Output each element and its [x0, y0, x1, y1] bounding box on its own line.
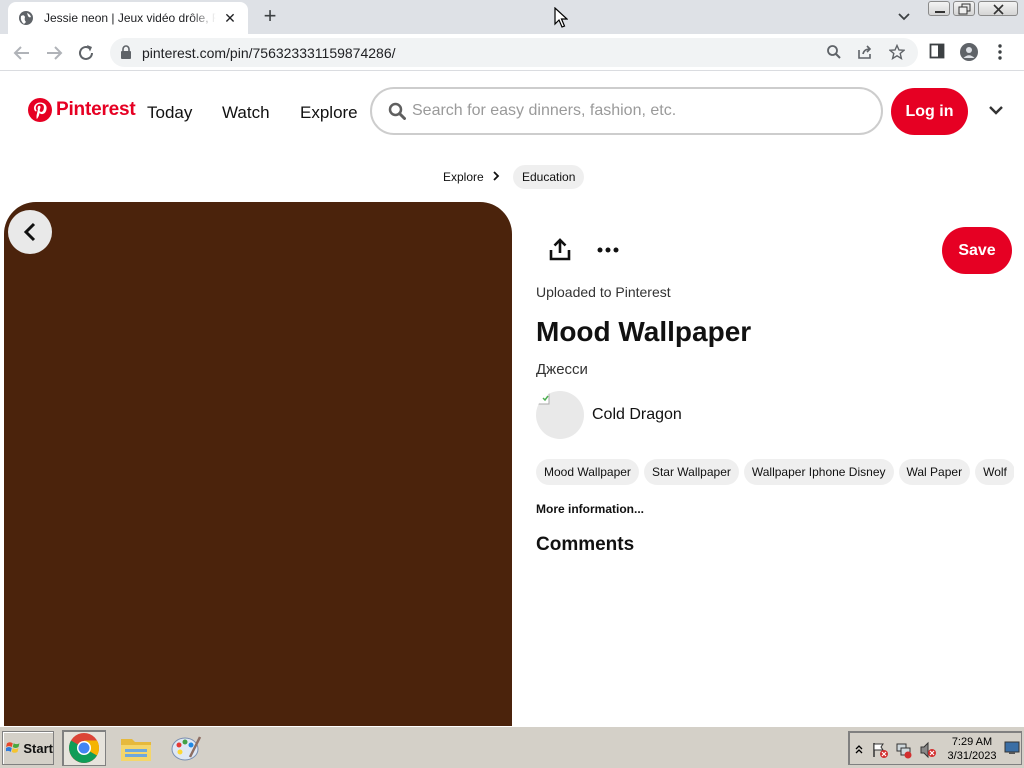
address-bar: pinterest.com/pin/756323331159874286/: [0, 34, 1024, 71]
windows-logo-icon: [6, 742, 20, 753]
pin-description: Джесси: [536, 361, 588, 378]
zoom-search-icon[interactable]: [826, 44, 842, 60]
chevron-down-icon[interactable]: [988, 104, 1004, 116]
search-bar[interactable]: [370, 87, 883, 135]
breadcrumb-explore[interactable]: Explore: [443, 170, 484, 184]
tag-chip[interactable]: Wal Paper: [898, 459, 971, 485]
back-arrow-icon[interactable]: [11, 42, 33, 64]
side-panel-icon[interactable]: [929, 43, 945, 59]
minimize-button[interactable]: [928, 1, 950, 16]
paint-palette-icon: [171, 736, 202, 761]
share-page-icon[interactable]: [857, 44, 873, 60]
tab-close-icon[interactable]: ✕: [222, 10, 238, 26]
close-window-button[interactable]: [978, 1, 1018, 16]
chrome-icon: [69, 733, 100, 763]
new-tab-button[interactable]: +: [258, 5, 282, 28]
tab-search-chevron-icon[interactable]: [896, 10, 912, 24]
taskbar-paint[interactable]: [164, 730, 208, 766]
url-text[interactable]: pinterest.com/pin/756323331159874286/: [142, 45, 396, 61]
save-button[interactable]: Save: [942, 227, 1012, 274]
action-center-flag-icon[interactable]: [871, 741, 889, 759]
tab-strip: Jessie neon | Jeux vidéo drôle, Fond ✕ +: [0, 0, 1024, 34]
breadcrumb: Explore Education: [0, 165, 1024, 189]
brand-name: Pinterest: [56, 99, 136, 120]
taskbar: Start 7:29 AM 3/31/2023: [0, 726, 1024, 768]
search-icon: [388, 102, 406, 120]
clock[interactable]: 7:29 AM 3/31/2023: [943, 735, 1001, 763]
login-button[interactable]: Log in: [891, 88, 968, 135]
lock-icon[interactable]: [120, 45, 132, 59]
folder-icon: [121, 739, 151, 761]
start-button[interactable]: Start: [2, 731, 54, 765]
comments-heading[interactable]: Comments: [536, 534, 634, 556]
tag-chip[interactable]: Wolf: [975, 459, 1014, 485]
broken-image-icon: [536, 391, 550, 405]
back-button[interactable]: [8, 210, 52, 254]
avatar[interactable]: [536, 391, 584, 439]
creator-name[interactable]: Cold Dragon: [592, 406, 682, 424]
pin-title: Mood Wallpaper: [536, 316, 752, 347]
volume-muted-icon[interactable]: [919, 741, 937, 759]
globe-icon: [19, 11, 33, 25]
browser-tab[interactable]: Jessie neon | Jeux vidéo drôle, Fond ✕: [8, 2, 248, 34]
tag-chip[interactable]: Star Wallpaper: [643, 459, 739, 485]
clock-date: 3/31/2023: [947, 750, 997, 762]
more-information-link[interactable]: More information...: [536, 502, 644, 516]
show-hidden-icons-icon[interactable]: [855, 744, 863, 754]
show-desktop-icon[interactable]: [1004, 741, 1020, 755]
tab-title: Jessie neon | Jeux vidéo drôle, Fond: [44, 11, 216, 25]
profile-icon[interactable]: [960, 43, 978, 61]
start-label: Start: [23, 740, 53, 756]
search-input[interactable]: [412, 99, 862, 123]
restore-icon: [958, 3, 971, 15]
pin-image[interactable]: [4, 202, 512, 732]
chevron-left-icon: [23, 222, 36, 242]
kebab-menu-icon[interactable]: [997, 43, 1003, 61]
reload-icon[interactable]: [75, 42, 97, 64]
pinterest-logo[interactable]: Pinterest: [28, 98, 136, 122]
share-icon[interactable]: [546, 236, 574, 264]
system-tray: 7:29 AM 3/31/2023: [848, 731, 1022, 765]
tag-list: Mood Wallpaper Star Wallpaper Wallpaper Ip…: [536, 459, 1014, 485]
more-options-button[interactable]: [594, 236, 622, 264]
omnibox[interactable]: pinterest.com/pin/756323331159874286/: [110, 38, 918, 67]
close-icon: [993, 4, 1004, 15]
ellipsis-icon: [597, 247, 619, 253]
mouse-cursor-icon: [554, 7, 568, 28]
tag-chip[interactable]: Mood Wallpaper: [536, 459, 639, 485]
tag-chip[interactable]: Wallpaper Iphone Disney: [743, 459, 894, 485]
nav-today[interactable]: Today: [147, 103, 192, 123]
uploaded-source: Uploaded to Pinterest: [536, 284, 671, 300]
minimize-icon: [935, 11, 945, 13]
restore-button[interactable]: [953, 1, 975, 16]
chevron-right-icon: [493, 171, 500, 181]
nav-explore[interactable]: Explore: [300, 103, 358, 123]
bookmark-star-icon[interactable]: [889, 44, 905, 60]
taskbar-chrome[interactable]: [62, 730, 106, 766]
pinterest-p-icon: [28, 98, 52, 122]
clock-time: 7:29 AM: [951, 736, 993, 748]
taskbar-explorer[interactable]: [114, 730, 158, 766]
nav-watch[interactable]: Watch: [222, 103, 270, 123]
forward-arrow-icon[interactable]: [43, 42, 65, 64]
network-icon[interactable]: [895, 741, 913, 759]
breadcrumb-education[interactable]: Education: [513, 165, 585, 189]
